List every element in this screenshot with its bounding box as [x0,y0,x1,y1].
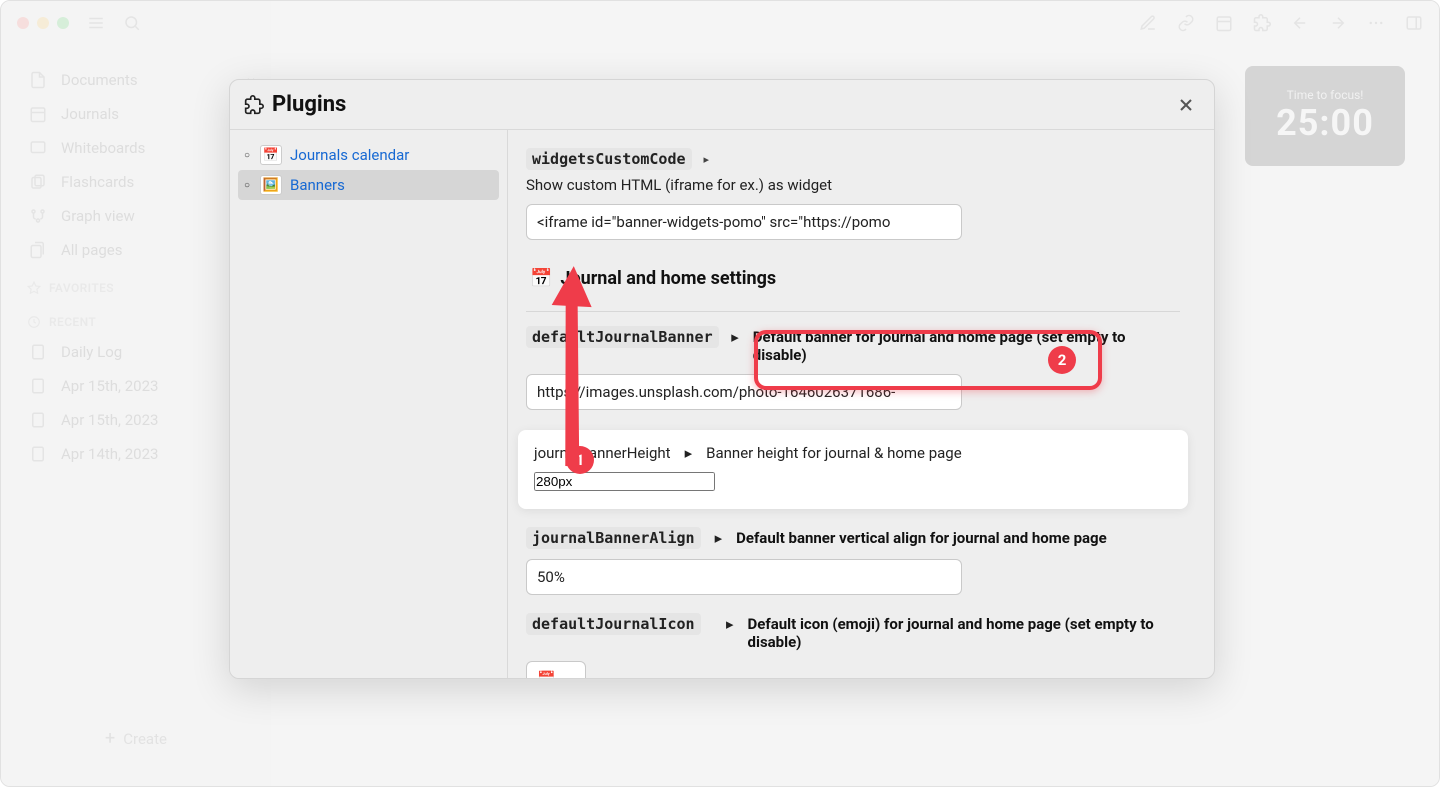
recent-item-label: Apr 14th, 2023 [61,445,158,463]
graph-icon [29,207,47,225]
setting-journalBannerAlign: journalBannerAlign ▸ Default banner vert… [526,527,1180,595]
plugin-item-banners[interactable]: ○ 🖼️ Banners [238,170,499,200]
setting-input-journalBannerAlign[interactable] [526,559,962,595]
board-icon [29,139,47,157]
window-controls [17,17,69,29]
bullet-icon: ○ [242,150,252,161]
plugin-item-journals-calendar[interactable]: ○ 📅 Journals calendar [238,140,499,170]
setting-key: widgetsCustomCode [526,148,692,170]
setting-desc: Default banner vertical align for journa… [736,529,1107,547]
nav-back-icon[interactable] [1291,14,1309,32]
calendar-icon[interactable] [1215,14,1233,32]
setting-input-defaultJournalIcon[interactable] [526,661,586,678]
cards-icon [29,173,47,191]
sidebar-item-label: All pages [61,241,123,259]
puzzle-icon [244,95,264,115]
setting-key: defaultJournalIcon [526,613,701,635]
page-icon [29,377,47,395]
expand-icon[interactable]: ▸ [726,615,734,633]
sidebar-item-label: Flashcards [61,173,134,191]
setting-input-defaultJournalBanner[interactable] [526,374,962,410]
plugins-modal: Plugins ○ 📅 Journals calendar ○ 🖼️ Banne… [229,79,1215,679]
setting-key: defaultJournalBanner [526,326,719,348]
sidebar-item-label: Whiteboards [61,139,145,157]
setting-desc: Banner height for journal & home page [706,444,962,462]
sidebar-item-label: Journals [61,105,119,123]
more-icon[interactable] [1367,14,1385,32]
document-icon [29,71,47,89]
calendar-icon [29,105,47,123]
edit-icon[interactable] [1139,14,1157,32]
setting-defaultJournalBanner: defaultJournalBanner ▸ Default banner fo… [526,328,1180,410]
plugin-icon: 📅 [260,145,282,165]
plugin-item-label: Banners [290,176,345,194]
section-journal-home: 📅 Journal and home settings [526,260,1180,297]
sidebar-item-label: Documents [61,71,138,89]
setting-desc: Default icon (emoji) for journal and hom… [748,615,1180,651]
expand-icon[interactable]: ▸ [731,328,739,346]
sidebar-toggle-icon[interactable] [87,14,105,32]
sidebar-item-label: Graph view [61,207,135,225]
page-icon [29,343,47,361]
app-window: Documents Journals Whiteboards Flashcard… [0,0,1440,787]
right-panel-icon[interactable] [1405,14,1423,32]
nav-forward-icon[interactable] [1329,14,1347,32]
close-icon[interactable] [1176,95,1196,115]
clock-icon [27,315,41,329]
divider [526,311,1180,312]
calendar-emoji-icon: 📅 [530,268,552,289]
timer-value: 25:00 [1276,102,1374,144]
pages-icon [29,241,47,259]
setting-key: journalBannerHeight [534,444,671,462]
maximize-window-button[interactable] [57,17,69,29]
expand-icon[interactable]: ▸ [715,529,723,547]
recent-item-label: Daily Log [61,343,122,361]
setting-desc: Show custom HTML (iframe for ex.) as wid… [526,176,1180,194]
settings-pane[interactable]: widgetsCustomCode ▸ Show custom HTML (if… [508,130,1214,678]
plugin-icon[interactable] [1253,14,1271,32]
search-icon[interactable] [123,14,141,32]
expand-icon[interactable]: ▸ [685,444,693,462]
pomodoro-widget[interactable]: Time to focus! 25:00 [1245,66,1405,166]
recent-item-label: Apr 15th, 2023 [61,377,158,395]
setting-key: journalBannerAlign [526,527,701,549]
link-icon[interactable] [1177,14,1195,32]
setting-desc: Default banner for journal and home page… [753,328,1180,364]
close-window-button[interactable] [17,17,29,29]
create-button[interactable]: + Create [25,720,247,758]
page-icon [29,445,47,463]
expand-icon[interactable]: ▸ [704,148,710,166]
setting-widgetsCustomCode: widgetsCustomCode ▸ Show custom HTML (if… [526,148,1180,240]
setting-input-journalBannerHeight[interactable] [534,472,715,491]
star-icon [27,281,41,295]
recent-item-label: Apr 15th, 2023 [61,411,158,429]
setting-journalBannerHeight: journalBannerHeight ▸ Banner height for … [518,430,1188,509]
setting-defaultJournalIcon: defaultJournalIcon ▸ Default icon (emoji… [526,615,1180,678]
plugin-list: ○ 📅 Journals calendar ○ 🖼️ Banners [230,130,508,678]
minimize-window-button[interactable] [37,17,49,29]
bullet-icon: ○ [242,180,252,191]
timer-label: Time to focus! [1287,88,1364,102]
modal-title: Plugins [272,92,346,117]
titlebar [1,1,1439,45]
plugin-icon: 🖼️ [260,175,282,195]
setting-input-widgetsCustomCode[interactable] [526,204,962,240]
plus-icon: + [105,730,115,748]
page-icon [29,411,47,429]
plugin-item-label: Journals calendar [290,146,409,164]
modal-header: Plugins [230,80,1214,123]
